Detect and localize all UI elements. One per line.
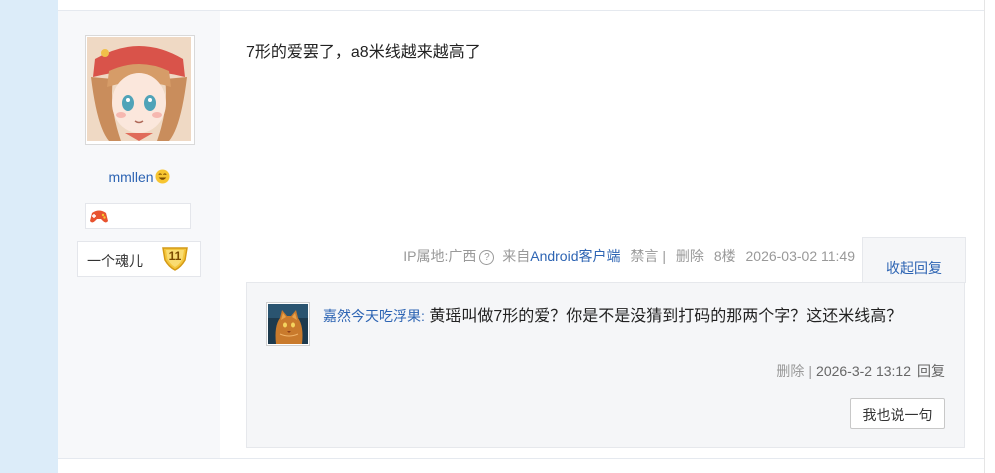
source-prefix: 来自 <box>502 248 531 264</box>
author-panel: mmllen 一个魂儿 11 <box>58 11 220 458</box>
delete-link[interactable]: 删除 <box>676 248 704 264</box>
reply-username[interactable]: 嘉然今天吃浮果: <box>323 308 425 324</box>
floor-number: 8楼 <box>713 248 736 264</box>
collapse-replies-label[interactable]: 收起回复 <box>863 258 965 278</box>
level-number: 11 <box>168 249 182 263</box>
game-controller-badge-icon[interactable] <box>89 207 109 225</box>
reply-link[interactable]: 回复 <box>917 363 945 379</box>
add-comment-button[interactable]: 我也说一句 <box>850 398 945 429</box>
collapse-replies-tab[interactable]: 收起回复 <box>862 237 966 283</box>
post-datetime: 2026-03-02 11:49 <box>745 248 856 264</box>
reply-panel: 嘉然今天吃浮果: 黄瑶叫做7形的爱？你是不是没猜到打码的那两个字？这还米线高？ … <box>246 282 965 448</box>
username-link[interactable]: mmllen <box>58 169 220 185</box>
reply-content: 黄瑶叫做7形的爱？你是不是没猜到打码的那两个字？这还米线高？ <box>429 308 903 325</box>
meta-separator: | <box>662 248 667 264</box>
post-floor: mmllen 一个魂儿 11 7形的爱罢了，a8米线越来越高了 IP属地:广西?… <box>58 0 984 473</box>
post-content: 7形的爱罢了，a8米线越来越高了 <box>246 44 481 61</box>
ban-link[interactable]: 禁言 <box>630 248 658 264</box>
level-box[interactable]: 一个魂儿 11 <box>77 241 201 277</box>
grinning-emoji-icon <box>155 169 170 184</box>
reply-delete-link[interactable]: 删除 <box>776 363 804 379</box>
divider <box>58 458 984 459</box>
ip-location: IP属地:广西 <box>403 248 477 264</box>
level-name: 一个魂儿 <box>87 253 143 269</box>
avatar[interactable] <box>85 35 195 145</box>
username-text[interactable]: mmllen <box>108 169 153 185</box>
scrollbar-track[interactable] <box>984 0 995 473</box>
member-badge-box <box>85 203 191 229</box>
source-link[interactable]: Android客户端 <box>530 248 620 264</box>
reply-avatar[interactable] <box>266 302 310 346</box>
reply-datetime: 2026-3-2 13:12 <box>816 363 911 379</box>
post-meta: IP属地:广西? 来自Android客户端 禁言 | 删除 8楼 2026-03-… <box>397 246 855 266</box>
reply-meta: 删除 | 2026-3-2 13:12 回复 <box>776 361 945 381</box>
help-icon[interactable]: ? <box>479 250 495 265</box>
reply-text-block: 嘉然今天吃浮果: 黄瑶叫做7形的爱？你是不是没猜到打码的那两个字？这还米线高？ <box>323 303 923 330</box>
page-side-background <box>0 0 58 473</box>
reply-meta-separator: | <box>808 363 813 379</box>
